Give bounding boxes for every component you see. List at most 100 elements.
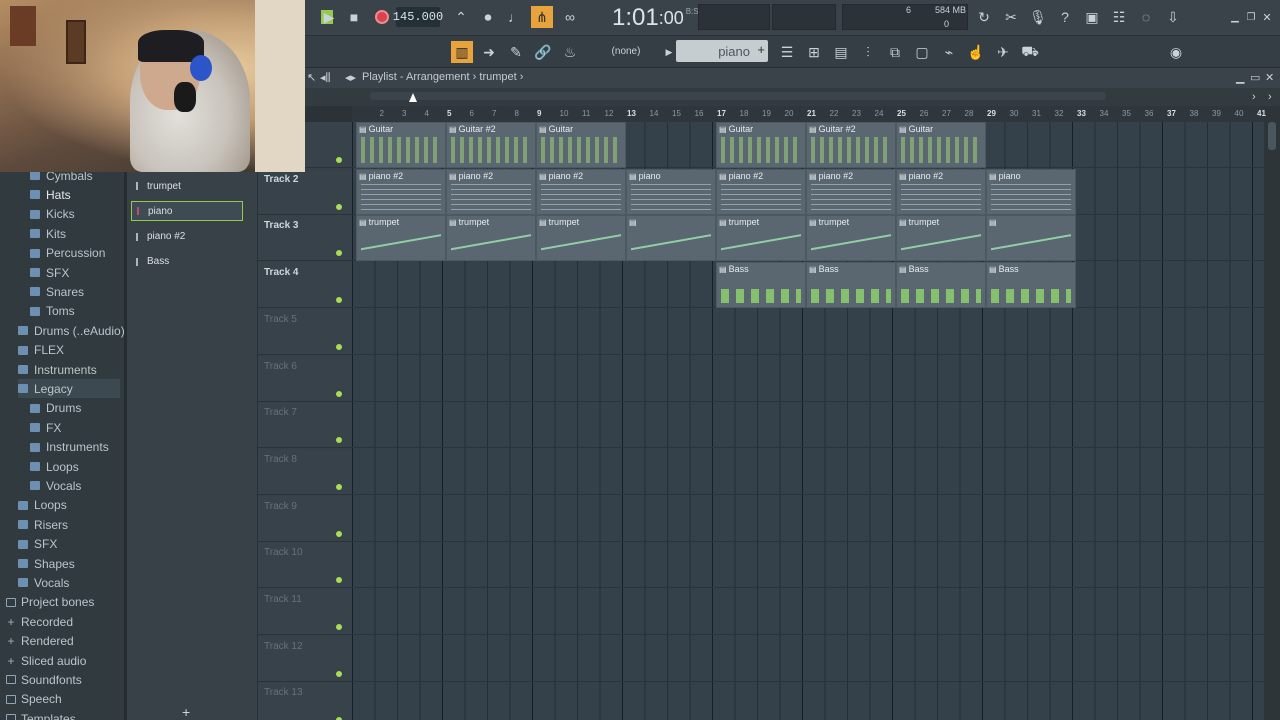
track-mute-led-icon[interactable]: [336, 670, 342, 677]
tempo-display[interactable]: 145.000: [393, 7, 443, 27]
scroll-end-icon[interactable]: ›: [1268, 91, 1272, 103]
playlist-current-pattern[interactable]: trumpet: [479, 71, 516, 83]
playlist-close-icon[interactable]: ✕: [1265, 71, 1274, 84]
track-mute-led-icon[interactable]: [336, 157, 342, 163]
browser-item-loops[interactable]: Loops: [18, 496, 120, 515]
pattern-clip[interactable]: trumpet: [716, 215, 806, 262]
pattern-clip[interactable]: piano #2: [716, 168, 806, 215]
picker-item[interactable]: piano #2: [131, 227, 243, 247]
track-mute-led-icon[interactable]: [336, 624, 342, 630]
wait-for-input-icon[interactable]: ⏺: [477, 6, 499, 28]
cut-icon[interactable]: ✂: [1000, 6, 1022, 28]
track-lane[interactable]: [352, 682, 1264, 720]
browser-item-loops[interactable]: Loops: [30, 457, 120, 476]
track-header[interactable]: Track 10: [258, 542, 352, 589]
pattern-clip[interactable]: [986, 215, 1076, 262]
track-lane[interactable]: [352, 496, 1264, 542]
browser-item-drums-eaudio[interactable]: Drums (..eAudio): [18, 321, 125, 340]
vertical-scroll-thumb[interactable]: [1268, 122, 1276, 150]
track-header[interactable]: Track 9: [258, 495, 352, 542]
track-lane[interactable]: [352, 402, 1264, 449]
track-mute-led-icon[interactable]: [336, 390, 342, 397]
news-icon[interactable]: ◉: [1165, 41, 1187, 63]
track-mute-led-icon[interactable]: [336, 483, 342, 490]
track-lane[interactable]: [352, 636, 1264, 682]
vertical-scrollbar[interactable]: [1264, 106, 1280, 720]
download-icon[interactable]: ⇩: [1162, 6, 1184, 28]
send-icon[interactable]: ✈: [992, 41, 1014, 63]
browser-item-hats[interactable]: Hats: [30, 185, 120, 204]
browser-item-sliced-audio[interactable]: + Sliced audio: [6, 651, 120, 670]
track-header[interactable]: Track 5: [258, 308, 352, 355]
browser-item-snares[interactable]: Snares: [30, 282, 120, 301]
link-icon[interactable]: 🔗: [532, 41, 554, 63]
undo-icon[interactable]: ↻: [973, 6, 995, 28]
loop-record-icon[interactable]: ∞: [559, 6, 581, 28]
browser-item-recorded[interactable]: + Recorded: [6, 612, 120, 631]
pattern-selector[interactable]: piano +: [676, 40, 768, 62]
stop-button[interactable]: ■: [343, 6, 365, 28]
pattern-clip[interactable]: trumpet: [356, 215, 446, 262]
arrow-icon[interactable]: ➜: [478, 41, 500, 63]
track-header[interactable]: Track 11: [258, 589, 352, 635]
record-button[interactable]: [371, 6, 393, 28]
help-icon[interactable]: ?: [1054, 6, 1076, 28]
playlist-minimize-icon[interactable]: ▁: [1236, 71, 1244, 84]
plugin-picker-icon[interactable]: ▢: [911, 41, 933, 63]
piano-roll-icon[interactable]: ⊞: [803, 41, 825, 63]
pattern-clip[interactable]: trumpet: [896, 215, 986, 262]
track-header[interactable]: Track 13: [258, 682, 352, 720]
track-header[interactable]: Track 4: [258, 262, 352, 309]
channel-rack-icon[interactable]: ▤: [830, 41, 852, 63]
pencil-icon[interactable]: ✎: [505, 41, 527, 63]
add-pattern-icon[interactable]: +: [757, 42, 765, 57]
cursor-icon[interactable]: ↖: [307, 71, 316, 84]
browser-item-fx[interactable]: FX: [30, 418, 120, 437]
horizontal-scrollbar[interactable]: [370, 92, 1106, 100]
picker-item[interactable]: Bass: [131, 252, 243, 272]
browser-item-templates[interactable]: Templates: [6, 709, 120, 720]
pattern-clip[interactable]: Guitar #2: [446, 122, 536, 168]
scroll-right-icon[interactable]: ›: [1252, 91, 1256, 103]
pattern-clip[interactable]: Bass: [806, 262, 896, 309]
track-mute-led-icon[interactable]: [336, 437, 342, 444]
pattern-clip[interactable]: Guitar #2: [806, 122, 896, 168]
browser-item-flex[interactable]: FLEX: [18, 341, 120, 360]
play-button[interactable]: ▶: [318, 6, 340, 28]
browser-item-project-bones[interactable]: Project bones: [6, 593, 120, 612]
browser-item-sfx[interactable]: SFX: [18, 535, 120, 554]
countdown-icon[interactable]: ♩: [504, 6, 526, 28]
browser-item-kits[interactable]: Kits: [30, 224, 120, 243]
snap-select[interactable]: (none): [598, 42, 654, 60]
pattern-clip[interactable]: piano #2: [536, 168, 626, 215]
cart-icon[interactable]: ⛟: [1019, 41, 1041, 63]
browser-item-rendered[interactable]: + Rendered: [6, 632, 120, 651]
track-header[interactable]: Track 6: [258, 355, 352, 402]
track-lane[interactable]: [352, 309, 1264, 355]
pattern-clip[interactable]: piano #2: [896, 168, 986, 215]
track-mute-led-icon[interactable]: [336, 343, 342, 350]
browser-item-speech[interactable]: Speech: [6, 690, 120, 709]
playlist-menu-icon[interactable]: ◂⫼: [320, 71, 331, 85]
browser-item-vocals[interactable]: Vocals: [18, 573, 120, 592]
track-mute-led-icon[interactable]: [336, 297, 342, 304]
track-lane[interactable]: [352, 356, 1264, 402]
playlist-maximize-icon[interactable]: ▭: [1250, 71, 1260, 84]
pattern-clip[interactable]: piano #2: [806, 168, 896, 215]
pattern-clip[interactable]: [626, 215, 716, 262]
picker-add-icon[interactable]: +: [182, 704, 190, 720]
playlist-grid[interactable]: Guitar Guitar #2 Guitar Guitar Guitar #2 Guit…: [352, 122, 1264, 720]
track-lane[interactable]: [352, 449, 1264, 495]
browser-icon[interactable]: ⧉: [884, 41, 906, 63]
pattern-clip[interactable]: Bass: [986, 262, 1076, 309]
mic-icon[interactable]: 🎙: [1027, 6, 1049, 28]
browser-item-toms[interactable]: Toms: [30, 302, 120, 321]
pattern-clip[interactable]: piano: [986, 168, 1076, 215]
browser-item-instruments[interactable]: Instruments: [18, 360, 120, 379]
pattern-clip[interactable]: Guitar: [536, 122, 626, 168]
view-playlist-icon[interactable]: ☰: [776, 41, 798, 63]
pattern-clip[interactable]: trumpet: [536, 215, 626, 262]
track-header[interactable]: Track 8: [258, 448, 352, 495]
step-edit-icon[interactable]: ⋔: [531, 6, 553, 28]
close-icon[interactable]: ✕: [1256, 6, 1278, 28]
